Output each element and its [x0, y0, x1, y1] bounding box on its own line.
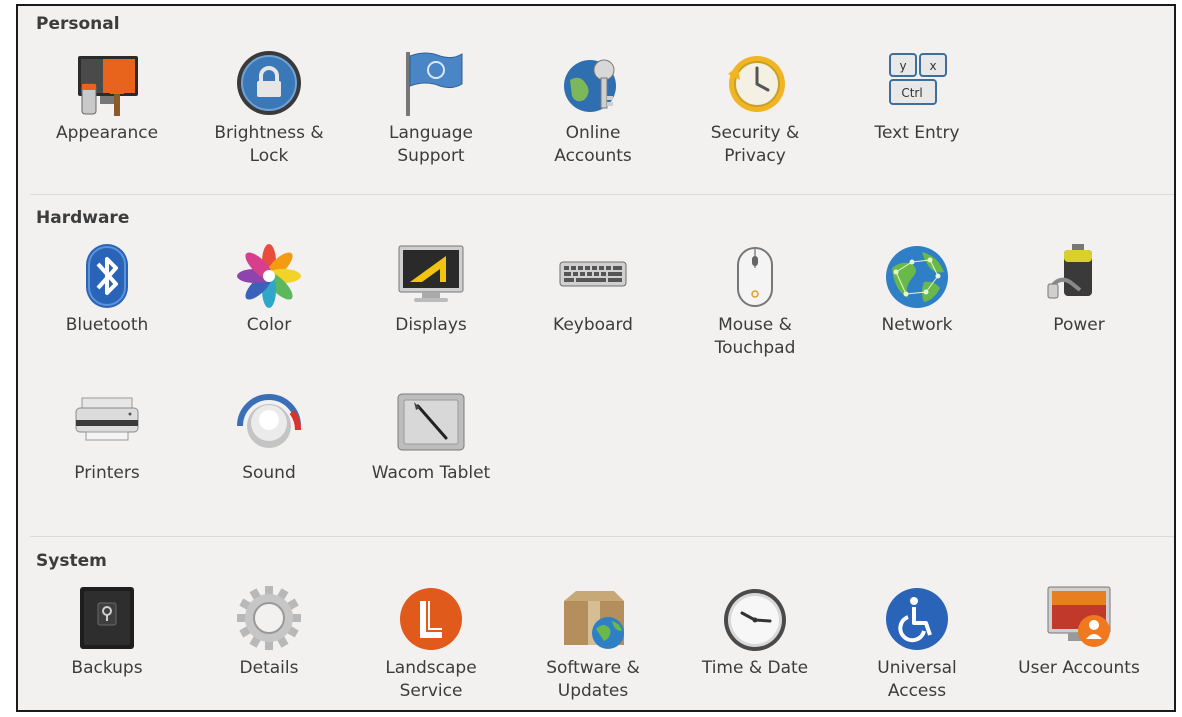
svg-text:y: y — [899, 59, 906, 73]
item-keyboard[interactable]: Keyboard — [513, 242, 673, 382]
item-label: Keyboard — [553, 315, 633, 335]
settings-window: Personal Appearance Brightness & Lock La… — [16, 4, 1176, 712]
item-label: Text Entry — [874, 123, 960, 143]
item-displays[interactable]: Displays — [351, 242, 511, 382]
item-label: Landscape Service — [385, 658, 477, 701]
item-label: Power — [1053, 315, 1105, 335]
item-label: Online Accounts — [554, 123, 632, 166]
svg-text:x: x — [929, 59, 936, 73]
sound-knob-icon — [234, 390, 304, 460]
item-label: Time & Date — [701, 658, 809, 678]
item-label: Network — [881, 315, 953, 335]
item-security-privacy[interactable]: Security & Privacy — [675, 50, 835, 190]
item-language-support[interactable]: Language Support — [351, 50, 511, 190]
backups-safe-icon — [72, 585, 142, 655]
item-online-accounts[interactable]: Online Accounts — [513, 50, 673, 190]
online-accounts-icon — [558, 50, 628, 120]
printer-icon — [72, 390, 142, 460]
user-accounts-icon — [1044, 585, 1114, 655]
item-mouse-touchpad[interactable]: Mouse & Touchpad — [675, 242, 835, 382]
item-universal-access[interactable]: Universal Access — [837, 585, 997, 710]
item-label: Details — [239, 658, 299, 678]
item-label: Universal Access — [877, 658, 957, 701]
item-text-entry[interactable]: y x Ctrl Text Entry — [837, 50, 997, 190]
bluetooth-icon — [72, 242, 142, 312]
details-gear-icon — [234, 585, 304, 655]
item-label: Appearance — [55, 123, 159, 143]
section-divider — [30, 194, 1174, 195]
appearance-icon — [72, 50, 142, 120]
brightness-lock-icon — [234, 50, 304, 120]
item-power[interactable]: Power — [999, 242, 1159, 382]
item-label: Printers — [74, 463, 140, 483]
item-label: Security & Privacy — [710, 123, 800, 166]
item-label: Color — [246, 315, 292, 335]
item-color[interactable]: Color — [189, 242, 349, 382]
network-globe-icon — [882, 242, 952, 312]
item-label: Mouse & Touchpad — [714, 315, 796, 358]
item-label: Software & Updates — [546, 658, 640, 701]
item-printers[interactable]: Printers — [27, 390, 187, 530]
item-label: Sound — [242, 463, 296, 483]
security-privacy-icon — [720, 50, 790, 120]
item-wacom-tablet[interactable]: Wacom Tablet — [351, 390, 511, 530]
text-entry-keys-icon: y x Ctrl — [882, 50, 952, 120]
item-backups[interactable]: Backups — [27, 585, 187, 710]
section-title-personal: Personal — [36, 14, 120, 34]
item-bluetooth[interactable]: Bluetooth — [27, 242, 187, 382]
item-label: Wacom Tablet — [371, 463, 491, 483]
item-time-date[interactable]: Time & Date — [675, 585, 835, 710]
section-divider — [30, 536, 1174, 537]
item-label: Backups — [71, 658, 143, 678]
displays-icon — [396, 242, 466, 312]
software-updates-icon — [558, 585, 628, 655]
language-flag-icon — [396, 50, 466, 120]
section-hardware: Hardware Bluetooth Color Displays Keyboa… — [18, 200, 1174, 536]
keyboard-icon — [558, 242, 628, 312]
item-label: Bluetooth — [65, 315, 149, 335]
item-landscape-service[interactable]: Landscape Service — [351, 585, 511, 710]
item-sound[interactable]: Sound — [189, 390, 349, 530]
power-battery-icon — [1044, 242, 1114, 312]
section-title-hardware: Hardware — [36, 208, 130, 228]
item-label: Brightness & Lock — [214, 123, 324, 166]
item-label: Displays — [395, 315, 467, 335]
color-icon — [234, 242, 304, 312]
landscape-icon — [396, 585, 466, 655]
item-software-updates[interactable]: Software & Updates — [513, 585, 673, 710]
section-system: System Backups Details Landscape Service… — [18, 543, 1174, 710]
section-title-system: System — [36, 551, 107, 571]
item-label: Language Support — [389, 123, 473, 166]
item-label: User Accounts — [1018, 658, 1140, 678]
wacom-tablet-icon — [396, 390, 466, 460]
item-appearance[interactable]: Appearance — [27, 50, 187, 190]
item-network[interactable]: Network — [837, 242, 997, 382]
section-personal: Personal Appearance Brightness & Lock La… — [18, 6, 1174, 194]
mouse-icon — [720, 242, 790, 312]
svg-text:Ctrl: Ctrl — [901, 86, 922, 100]
item-details[interactable]: Details — [189, 585, 349, 710]
item-brightness-lock[interactable]: Brightness & Lock — [189, 50, 349, 190]
clock-icon — [720, 585, 790, 655]
item-user-accounts[interactable]: User Accounts — [999, 585, 1159, 710]
universal-access-icon — [882, 585, 952, 655]
